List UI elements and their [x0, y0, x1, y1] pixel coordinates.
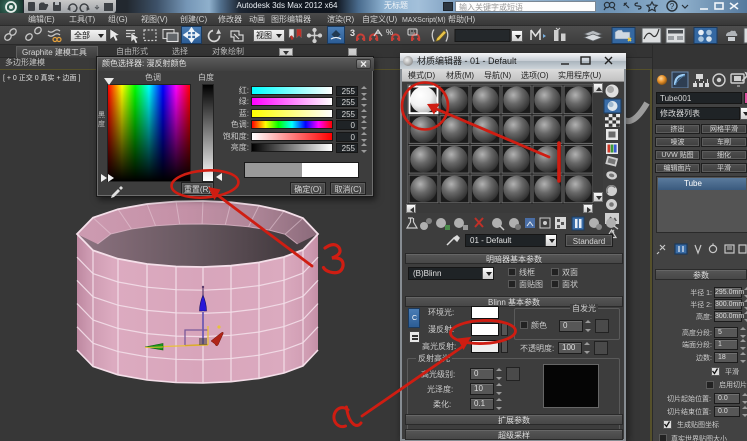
svg-text:?: ? [670, 2, 675, 11]
svg-text:3: 3 [350, 28, 355, 38]
svg-text:%: % [386, 28, 393, 37]
